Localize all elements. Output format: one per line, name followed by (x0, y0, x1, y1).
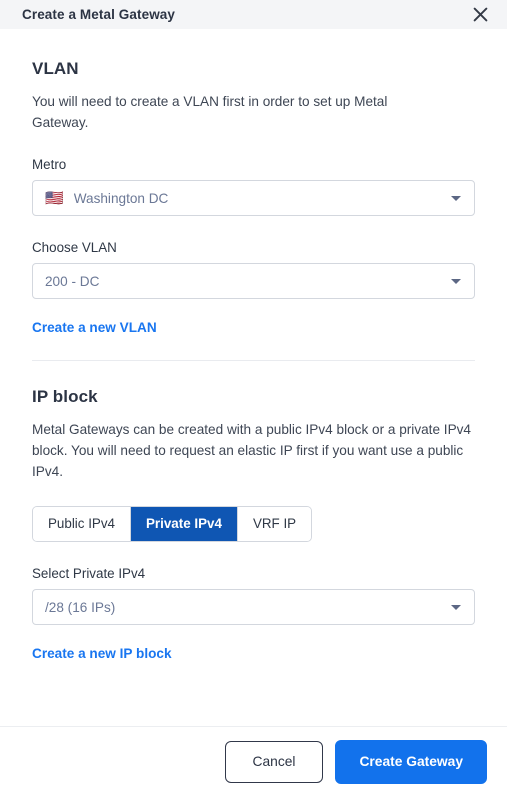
ip-block-section-title: IP block (32, 387, 98, 406)
chevron-down-icon (451, 605, 461, 610)
tab-vrf-ip[interactable]: VRF IP (237, 507, 312, 541)
ip-block-section: IP block Metal Gateways can be created w… (32, 387, 475, 663)
metro-select[interactable]: 🇺🇸 Washington DC (32, 180, 475, 216)
us-flag-icon: 🇺🇸 (45, 189, 64, 207)
ip-type-tabs: Public IPv4 Private IPv4 VRF IP (32, 506, 313, 542)
vlan-section: VLAN You will need to create a VLAN firs… (32, 59, 475, 337)
create-gateway-button[interactable]: Create Gateway (335, 740, 487, 784)
vlan-section-description: You will need to create a VLAN first in … (32, 94, 388, 130)
close-icon[interactable] (467, 2, 493, 28)
metro-select-value: Washington DC (73, 190, 169, 206)
create-metal-gateway-modal: Create a Metal Gateway VLAN You will nee… (0, 0, 507, 797)
modal-body: VLAN You will need to create a VLAN firs… (0, 29, 507, 726)
cancel-button[interactable]: Cancel (224, 741, 324, 783)
chevron-down-icon (451, 279, 461, 284)
ip-block-section-description: Metal Gateways can be created with a pub… (32, 422, 471, 479)
tab-private-ipv4[interactable]: Private IPv4 (131, 507, 238, 541)
metro-label: Metro (32, 157, 67, 172)
private-ipv4-label: Select Private IPv4 (32, 566, 146, 581)
vlan-select-value: 200 - DC (45, 273, 100, 289)
chevron-down-icon (451, 196, 461, 201)
create-new-vlan-link[interactable]: Create a new VLAN (32, 320, 157, 335)
metro-field: Metro 🇺🇸 Washington DC (32, 157, 475, 216)
modal-header: Create a Metal Gateway (0, 0, 507, 29)
close-icon-glyph (473, 7, 487, 22)
private-ipv4-select-value: /28 (16 IPs) (45, 599, 116, 615)
tab-public-ipv4[interactable]: Public IPv4 (33, 507, 131, 541)
create-new-ip-block-link[interactable]: Create a new IP block (32, 646, 172, 661)
modal-footer: Cancel Create Gateway (0, 726, 507, 797)
vlan-field: Choose VLAN 200 - DC (32, 240, 475, 299)
vlan-select[interactable]: 200 - DC (32, 263, 475, 299)
modal-title: Create a Metal Gateway (22, 7, 176, 22)
private-ipv4-select[interactable]: /28 (16 IPs) (32, 589, 475, 625)
vlan-section-title: VLAN (32, 59, 79, 78)
private-ipv4-field: Select Private IPv4 /28 (16 IPs) (32, 566, 475, 625)
vlan-label: Choose VLAN (32, 240, 117, 255)
